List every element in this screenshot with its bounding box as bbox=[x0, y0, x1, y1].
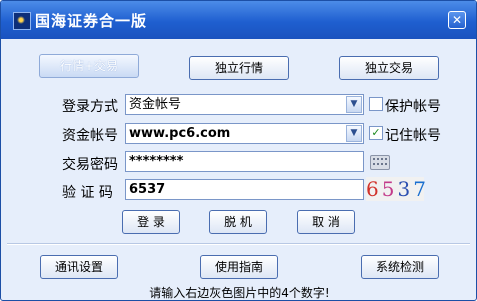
captcha-input[interactable]: 6537 bbox=[125, 179, 364, 200]
divider bbox=[7, 243, 470, 245]
captcha-image[interactable]: 6537 bbox=[366, 177, 426, 201]
close-button[interactable]: ✕ bbox=[448, 11, 466, 29]
login-button[interactable]: 登 录 bbox=[122, 210, 180, 234]
captcha-digit: 3 bbox=[397, 177, 414, 201]
login-mode-label: 登录方式 bbox=[62, 99, 118, 115]
window-title: 国海证券合一版 bbox=[35, 12, 148, 30]
offline-button[interactable]: 脱 机 bbox=[209, 210, 267, 234]
chevron-down-icon[interactable]: ▼ bbox=[346, 96, 362, 113]
captcha-digit: 6 bbox=[366, 177, 382, 201]
protect-account-label: 保护帐号 bbox=[385, 99, 441, 115]
account-label: 资金帐号 bbox=[62, 128, 118, 144]
check-icon: ✓ bbox=[371, 126, 381, 139]
login-mode-value: 资金帐号 bbox=[129, 97, 182, 112]
user-guide-button[interactable]: 使用指南 bbox=[200, 255, 278, 279]
mode-market-only-button[interactable]: 独立行情 bbox=[189, 56, 289, 80]
password-input[interactable]: ******** bbox=[125, 151, 364, 172]
keyboard-icon[interactable] bbox=[370, 155, 390, 170]
cancel-button[interactable]: 取 消 bbox=[297, 210, 355, 234]
captcha-label: 验 证 码 bbox=[62, 185, 113, 201]
captcha-digit: 5 bbox=[381, 177, 398, 201]
protect-account-checkbox[interactable] bbox=[369, 97, 383, 111]
comm-settings-button[interactable]: 通讯设置 bbox=[40, 255, 118, 279]
title-bar[interactable]: 国海证券合一版 ✕ bbox=[1, 1, 476, 39]
app-logo-icon bbox=[13, 12, 31, 30]
account-combo[interactable]: www.pc6.com ▼ bbox=[125, 123, 364, 144]
remember-account-label: 记住帐号 bbox=[385, 128, 441, 144]
login-mode-select[interactable]: 资金帐号 ▼ bbox=[125, 94, 364, 115]
remember-account-checkbox[interactable]: ✓ bbox=[369, 126, 383, 140]
captcha-hint-text: 请输入右边灰色图片中的4个数字! bbox=[149, 286, 330, 300]
mode-trade-only-button[interactable]: 独立交易 bbox=[339, 56, 439, 80]
mode-market-trade-button[interactable]: 行情+交易 bbox=[39, 54, 139, 78]
captcha-value: 6537 bbox=[129, 182, 166, 197]
chevron-down-icon[interactable]: ▼ bbox=[346, 125, 362, 142]
password-value: ******** bbox=[129, 154, 184, 169]
password-label: 交易密码 bbox=[62, 157, 118, 173]
captcha-digit: 7 bbox=[413, 177, 429, 201]
system-check-button[interactable]: 系统检测 bbox=[361, 255, 439, 279]
account-value: www.pc6.com bbox=[129, 126, 231, 141]
login-window: 国海证券合一版 ✕ 行情+交易 独立行情 独立交易 登录方式 资金帐号 ▼ 保护… bbox=[0, 0, 477, 301]
